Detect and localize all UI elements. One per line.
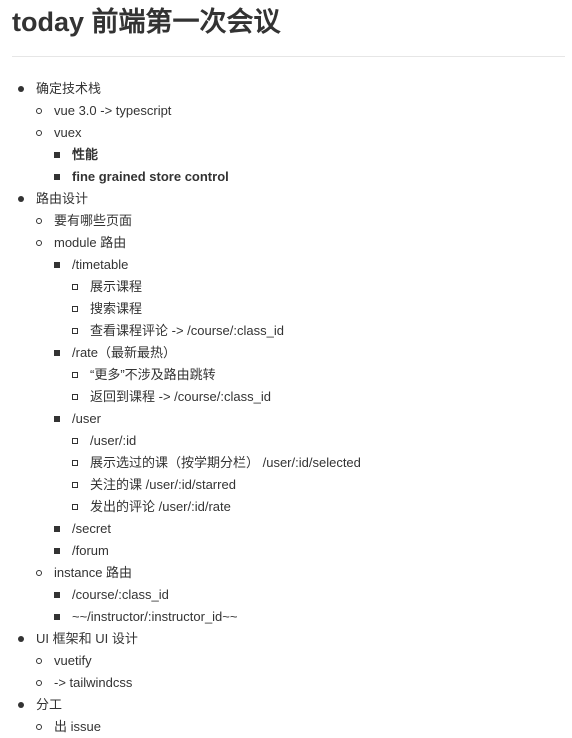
bullet-icon	[36, 218, 42, 224]
list-item-text: 确定技术栈	[36, 81, 102, 96]
list-item-text: /user	[72, 411, 101, 426]
bullet-icon	[72, 504, 78, 510]
bullet-icon	[54, 350, 60, 356]
bullet-icon	[72, 460, 78, 466]
list-item-text: 查看课程评论 -> /course/:class_id	[90, 323, 284, 338]
list-item-text: 发出的评论 /user/:id/rate	[90, 499, 231, 514]
list-item-text: /timetable	[72, 257, 129, 272]
bullet-icon	[72, 482, 78, 488]
list-item-text: 要有哪些页面	[54, 213, 133, 228]
bullet-icon	[18, 702, 24, 708]
list-item-text: module 路由	[54, 235, 127, 250]
list-item-text: fine grained store control	[72, 169, 229, 184]
list-item-text: 出 issue	[54, 719, 101, 734]
list-item-text: instance 路由	[54, 565, 133, 580]
list-item-text: 展示课程	[90, 279, 143, 294]
bullet-icon	[72, 394, 78, 400]
list-item-text: 返回到课程 -> /course/:class_id	[90, 389, 271, 404]
bullet-icon	[18, 636, 24, 642]
bullet-icon	[18, 86, 24, 92]
list-item: /forum	[0, 540, 572, 562]
bullet-icon	[36, 724, 42, 730]
list-item-text: /user/:id	[90, 433, 137, 448]
list-item: /timetable	[0, 254, 572, 276]
list-item: fine grained store control	[0, 166, 572, 188]
list-item: 路由设计	[0, 188, 572, 210]
list-item-text: ~~/instructor/:instructor_id~~	[72, 609, 238, 624]
bullet-icon	[36, 130, 42, 136]
list-item-text: /forum	[72, 543, 109, 558]
list-item-text: vuetify	[54, 653, 92, 668]
list-item: vuex	[0, 122, 572, 144]
list-item-text: /rate（最新最热）	[72, 345, 177, 360]
bullet-icon	[54, 174, 60, 180]
list-item: /rate（最新最热）	[0, 342, 572, 364]
title-divider	[12, 56, 565, 57]
outline-list: 确定技术栈 vue 3.0 -> typescript vuex 性能 fine gra…	[0, 78, 572, 738]
bullet-icon	[72, 306, 78, 312]
list-item: /user/:id	[0, 430, 572, 452]
list-item: 展示课程	[0, 276, 572, 298]
bullet-icon	[36, 240, 42, 246]
list-item-text: “更多”不涉及路由跳转	[90, 367, 216, 382]
list-item: 分工	[0, 694, 572, 716]
list-item: 确定技术栈	[0, 78, 572, 100]
list-item: vuetify	[0, 650, 572, 672]
list-item: 发出的评论 /user/:id/rate	[0, 496, 572, 518]
bullet-icon	[54, 526, 60, 532]
list-item-text: 关注的课 /user/:id/starred	[90, 477, 236, 492]
bullet-icon	[54, 592, 60, 598]
page-title: today 前端第一次会议	[12, 7, 281, 37]
bullet-icon	[18, 196, 24, 202]
bullet-icon	[36, 680, 42, 686]
list-item-text: -> tailwindcss	[54, 675, 133, 690]
list-item: 展示选过的课（按学期分栏） /user/:id/selected	[0, 452, 572, 474]
list-item-text: /course/:class_id	[72, 587, 169, 602]
list-item-text: 展示选过的课（按学期分栏） /user/:id/selected	[90, 455, 361, 470]
list-item: /user	[0, 408, 572, 430]
list-item: 要有哪些页面	[0, 210, 572, 232]
bullet-icon	[72, 328, 78, 334]
list-item-text: vuex	[54, 125, 82, 140]
bullet-icon	[36, 108, 42, 114]
list-item: “更多”不涉及路由跳转	[0, 364, 572, 386]
bullet-icon	[54, 614, 60, 620]
list-item-text: vue 3.0 -> typescript	[54, 103, 172, 118]
list-item: -> tailwindcss	[0, 672, 572, 694]
list-item: 搜索课程	[0, 298, 572, 320]
bullet-icon	[54, 548, 60, 554]
bullet-icon	[36, 570, 42, 576]
list-item-text: 搜索课程	[90, 301, 143, 316]
bullet-icon	[36, 658, 42, 664]
list-item: vue 3.0 -> typescript	[0, 100, 572, 122]
bullet-icon	[72, 438, 78, 444]
list-item-text: 性能	[72, 147, 99, 162]
list-item: /secret	[0, 518, 572, 540]
list-item-text: UI 框架和 UI 设计	[36, 631, 138, 646]
bullet-icon	[54, 262, 60, 268]
list-item: /course/:class_id	[0, 584, 572, 606]
bullet-icon	[72, 284, 78, 290]
bullet-icon	[54, 152, 60, 158]
list-item: module 路由	[0, 232, 572, 254]
list-item: 性能	[0, 144, 572, 166]
list-item: UI 框架和 UI 设计	[0, 628, 572, 650]
list-item: 查看课程评论 -> /course/:class_id	[0, 320, 572, 342]
list-item-text: 路由设计	[36, 191, 89, 206]
list-item-text: /secret	[72, 521, 112, 536]
list-item: 返回到课程 -> /course/:class_id	[0, 386, 572, 408]
list-item: 关注的课 /user/:id/starred	[0, 474, 572, 496]
list-item: 出 issue	[0, 716, 572, 738]
list-item: ~~/instructor/:instructor_id~~	[0, 606, 572, 628]
list-item-text: 分工	[36, 697, 63, 712]
list-item: instance 路由	[0, 562, 572, 584]
bullet-icon	[72, 372, 78, 378]
bullet-icon	[54, 416, 60, 422]
